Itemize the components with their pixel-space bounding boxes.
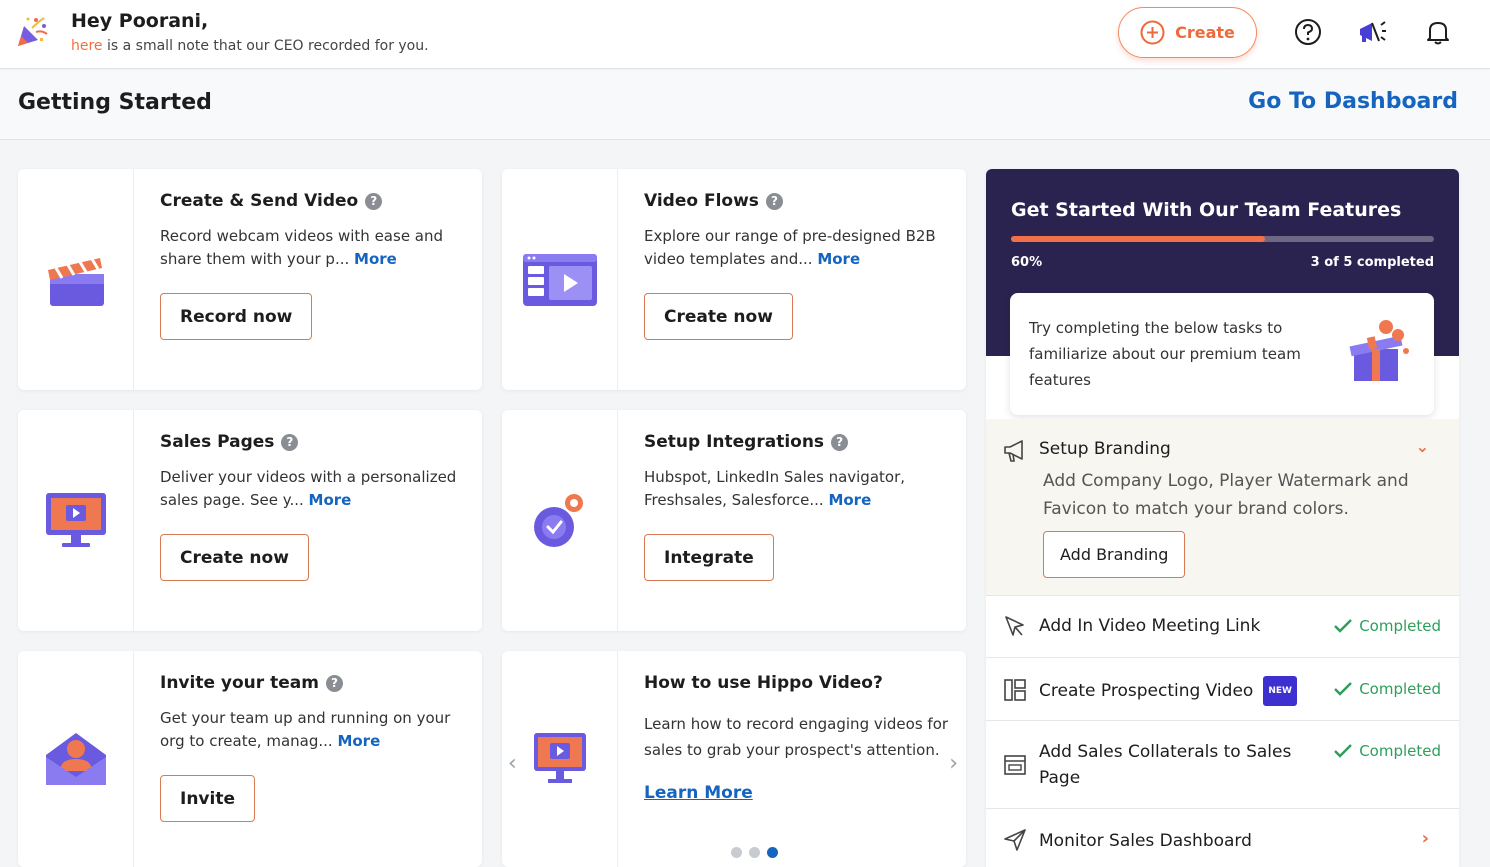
integrate-button[interactable]: Integrate xyxy=(644,534,774,581)
card-sales-pages: Sales Pages? Deliver your videos with a … xyxy=(18,410,482,631)
help-question-icon[interactable]: ? xyxy=(365,192,383,210)
layout-icon xyxy=(1004,679,1026,701)
card-title: Sales Pages xyxy=(160,432,275,452)
record-now-button[interactable]: Record now xyxy=(160,293,313,340)
task-create-prospecting-video[interactable]: Create Prospecting Video NEW Completed xyxy=(986,658,1459,721)
add-branding-button[interactable]: Add Branding xyxy=(1043,531,1186,578)
help-question-icon[interactable]: ? xyxy=(831,433,849,451)
gift-icon xyxy=(1349,320,1409,381)
greeting-title: Hey Poorani, xyxy=(71,10,209,32)
create-button[interactable]: Create xyxy=(1118,7,1257,58)
card-title: Create & Send Video xyxy=(160,191,359,211)
party-popper-icon xyxy=(18,17,48,46)
chevron-right-icon[interactable]: › xyxy=(1422,828,1429,849)
task-setup-branding: Setup Branding ⌄ Add Company Logo, Playe… xyxy=(986,419,1459,596)
card-description: Deliver your videos with a personalized … xyxy=(160,468,457,509)
help-question-icon[interactable]: ? xyxy=(765,192,783,210)
monitor-tutorial-icon xyxy=(533,733,586,783)
more-link[interactable]: More xyxy=(354,250,397,268)
carousel-dot[interactable] xyxy=(731,847,742,858)
megaphone-icon xyxy=(1004,440,1023,462)
task-label: Add Sales Collaterals to Sales Page xyxy=(1039,742,1292,788)
task-description: Add Company Logo, Player Watermark and F… xyxy=(1043,471,1409,519)
completed-status: Completed xyxy=(1333,742,1441,760)
page-title: Getting Started xyxy=(18,90,212,115)
greeting-note: here is a small note that our CEO record… xyxy=(71,38,429,54)
new-badge: NEW xyxy=(1263,676,1297,706)
ceo-note-link[interactable]: here xyxy=(71,38,103,54)
gear-check-icon xyxy=(533,493,583,547)
browser-window-icon xyxy=(1004,755,1026,775)
progress-count: 3 of 5 completed xyxy=(1310,255,1434,270)
card-description: Hubspot, LinkedIn Sales navigator, Fresh… xyxy=(644,468,906,509)
progress-bar xyxy=(1011,236,1434,242)
send-paper-plane-icon xyxy=(1004,829,1026,851)
card-title: How to use Hippo Video? xyxy=(644,673,883,693)
progress-percent: 60% xyxy=(1011,255,1043,270)
panel-title: Get Started With Our Team Features xyxy=(1011,199,1402,221)
carousel-dot[interactable] xyxy=(767,847,778,858)
more-link[interactable]: More xyxy=(309,491,352,509)
monitor-video-icon xyxy=(45,492,106,547)
carousel-dots xyxy=(731,847,778,858)
card-title: Invite your team xyxy=(160,673,319,693)
create-now-button[interactable]: Create now xyxy=(160,534,309,581)
envelope-user-icon xyxy=(45,733,106,785)
check-icon xyxy=(1334,744,1353,758)
more-link[interactable]: More xyxy=(337,732,380,750)
chevron-down-icon[interactable]: ⌄ xyxy=(1416,437,1429,456)
card-description: Explore our range of pre-designed B2B vi… xyxy=(644,227,936,268)
help-icon[interactable] xyxy=(1293,17,1323,47)
more-link[interactable]: More xyxy=(828,491,871,509)
card-description: Get your team up and running on your org… xyxy=(160,709,451,750)
carousel-next-icon[interactable]: › xyxy=(949,751,958,776)
card-invite-team: Invite your team? Get your team up and r… xyxy=(18,651,482,867)
check-icon xyxy=(1334,619,1353,633)
top-bar: Hey Poorani, here is a small note that o… xyxy=(0,0,1490,69)
tip-card: Try completing the below tasks to famili… xyxy=(1010,293,1434,415)
carousel-dot[interactable] xyxy=(749,847,760,858)
progress-fill xyxy=(1011,236,1265,242)
create-now-button[interactable]: Create now xyxy=(644,293,793,340)
card-create-send-video: Create & Send Video? Record webcam video… xyxy=(18,169,482,390)
notification-bell-icon[interactable] xyxy=(1423,17,1453,47)
help-question-icon[interactable]: ? xyxy=(325,674,343,692)
more-link[interactable]: More xyxy=(817,250,860,268)
completed-status: Completed xyxy=(1333,617,1441,635)
card-title: Video Flows xyxy=(644,191,759,211)
help-question-icon[interactable]: ? xyxy=(281,433,299,451)
card-how-to-carousel: ‹ › How to use Hippo Video? Learn how to… xyxy=(502,651,966,867)
task-in-video-meeting-link[interactable]: Add In Video Meeting Link Completed xyxy=(986,596,1459,658)
card-setup-integrations: Setup Integrations? Hubspot, LinkedIn Sa… xyxy=(502,410,966,631)
clapperboard-icon xyxy=(47,257,104,306)
cursor-arrow-icon xyxy=(1005,616,1024,636)
task-add-sales-collaterals[interactable]: Add Sales Collaterals to Sales Page Comp… xyxy=(986,721,1459,809)
task-monitor-sales-dashboard[interactable]: Monitor Sales Dashboard › xyxy=(986,809,1459,867)
greeting-note-text: is a small note that our CEO recorded fo… xyxy=(102,38,429,54)
card-title: Setup Integrations xyxy=(644,432,825,452)
team-features-panel: Get Started With Our Team Features 60% 3… xyxy=(986,169,1459,867)
task-title: Setup Branding xyxy=(1039,439,1171,459)
card-video-flows: Video Flows? Explore our range of pre-de… xyxy=(502,169,966,390)
card-description: Record webcam videos with ease and share… xyxy=(160,227,444,268)
page-subheader: Getting Started Go To Dashboard xyxy=(0,70,1490,140)
tip-text: Try completing the below tasks to famili… xyxy=(1029,319,1301,389)
learn-more-link[interactable]: Learn More xyxy=(644,783,753,803)
video-flows-icon xyxy=(522,253,597,306)
carousel-prev-icon[interactable]: ‹ xyxy=(508,751,517,776)
announcement-icon[interactable] xyxy=(1357,17,1387,47)
task-label: Add In Video Meeting Link xyxy=(1039,616,1261,636)
plus-circle-icon xyxy=(1140,20,1165,45)
card-description: Learn how to record engaging videos for … xyxy=(644,715,949,759)
create-button-label: Create xyxy=(1175,23,1235,42)
task-label: Monitor Sales Dashboard xyxy=(1039,831,1252,851)
task-label: Create Prospecting Video xyxy=(1039,681,1254,701)
go-to-dashboard-link[interactable]: Go To Dashboard xyxy=(1248,89,1458,114)
check-icon xyxy=(1334,682,1353,696)
invite-button[interactable]: Invite xyxy=(160,775,255,822)
completed-status: Completed xyxy=(1333,680,1441,698)
